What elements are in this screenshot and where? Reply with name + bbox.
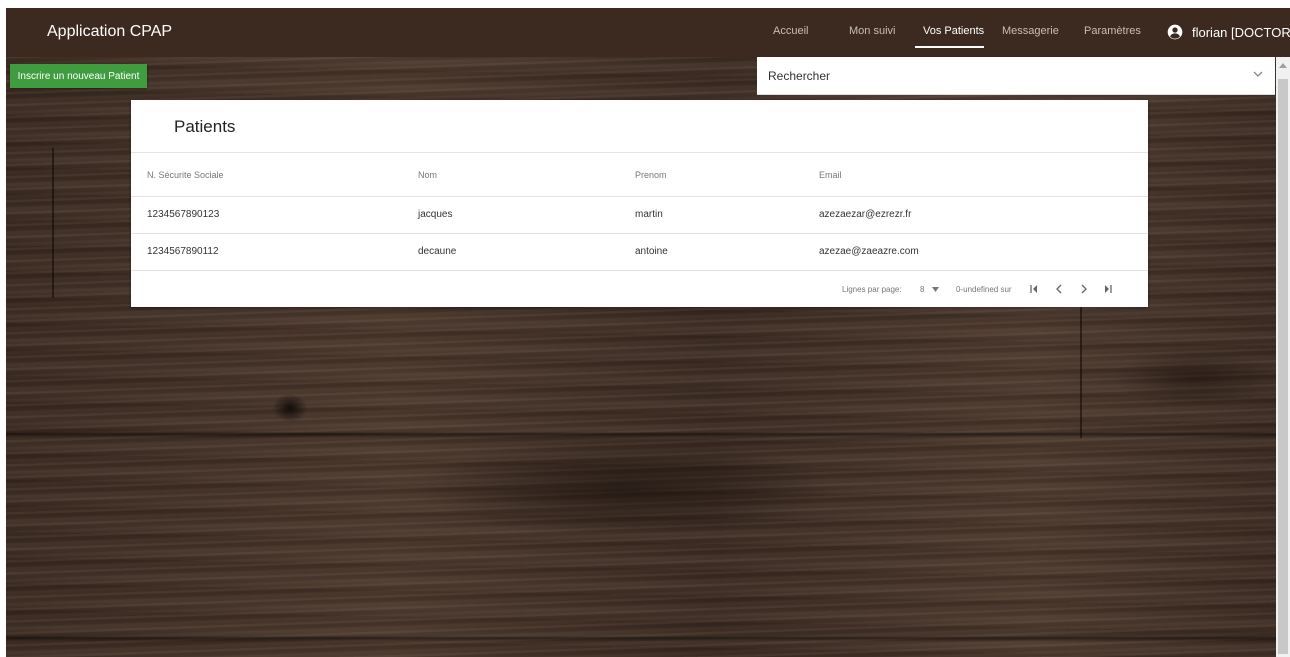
nav-item-mon-suivi[interactable]: Mon suivi [849,25,895,37]
scroll-up-arrow-icon[interactable] [1279,62,1287,68]
user-label: florian [DOCTOR] [1192,24,1290,40]
chevron-down-icon[interactable] [1253,70,1263,78]
patients-title: Patients [174,117,236,136]
nav-item-messagerie[interactable]: Messagerie [1002,25,1059,37]
dropdown-arrow-icon [931,287,939,293]
search-placeholder: Rechercher [768,69,831,83]
rows-per-page-value: 8 [920,285,925,294]
user-menu[interactable]: florian [DOCTOR] [1167,22,1290,42]
nav-active-indicator [915,46,984,48]
divider [131,196,1148,197]
rows-per-page-label: Lignes par page: [842,285,902,294]
new-patient-button[interactable]: Inscrire un nouveau Patient [10,64,147,88]
cell-nom: jacques [418,209,453,220]
first-page-icon[interactable] [1028,283,1040,295]
last-page-icon[interactable] [1102,283,1114,295]
scrollbar-thumb[interactable] [1278,79,1288,654]
cell-prenom: antoine [635,246,668,257]
cell-email: azezaezar@ezrezr.fr [819,209,912,220]
next-page-icon[interactable] [1078,283,1090,295]
divider [131,233,1148,234]
divider [131,152,1148,153]
app-title: Application CPAP [47,23,173,40]
patients-table-card: Patients N. Sécurite Sociale Nom Prenom … [131,100,1148,307]
nav-item-vos-patients[interactable]: Vos Patients [923,25,984,37]
cell-email: azezae@zaeazre.com [819,246,919,257]
app-frame: Application CPAP Accueil Mon suivi Vos P… [6,8,1290,657]
top-navbar: Application CPAP Accueil Mon suivi Vos P… [6,8,1290,57]
floor-seam [52,148,54,298]
column-header-prenom[interactable]: Prenom [635,170,667,180]
cell-prenom: martin [635,209,663,220]
column-header-ssn[interactable]: N. Sécurite Sociale [147,170,224,180]
divider [131,270,1148,271]
column-header-nom[interactable]: Nom [418,170,437,180]
cell-ssn: 1234567890112 [147,246,219,257]
cell-nom: decaune [418,246,457,257]
nav-item-parametres[interactable]: Paramètres [1084,25,1141,37]
cell-ssn: 1234567890123 [147,209,220,220]
account-circle-icon [1167,24,1183,40]
pagination-range: 0-undefined sur [956,285,1012,294]
column-header-email[interactable]: Email [819,170,842,180]
floor-seam [1080,298,1082,438]
page-scrollbar[interactable] [1276,57,1290,657]
nav-item-accueil[interactable]: Accueil [773,25,808,37]
previous-page-icon[interactable] [1053,283,1065,295]
rows-per-page-select[interactable]: 8 [920,285,939,294]
search-select[interactable]: Rechercher [757,57,1275,95]
